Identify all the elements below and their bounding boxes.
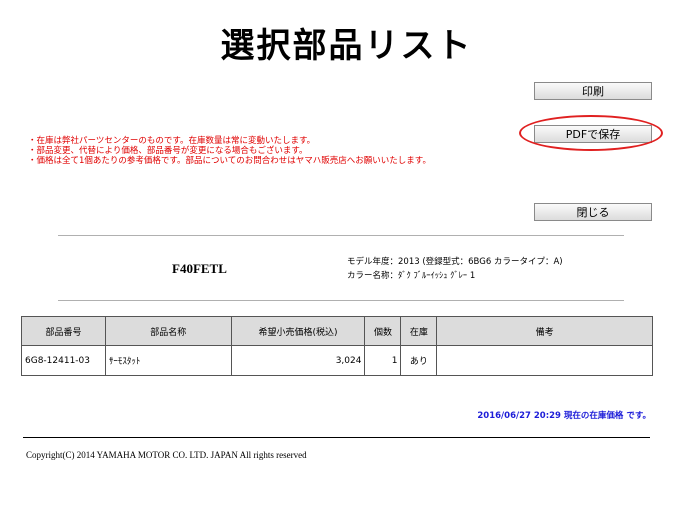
cell-remarks bbox=[436, 345, 653, 376]
parts-table: 部品番号 部品名称 希望小売価格(税込) 個数 在庫 備考 6G8-12411-… bbox=[21, 316, 653, 376]
model-year-line: モデル年度：2013 (登録型式：6BG6 カラータイプ：A) bbox=[347, 257, 563, 267]
highlight-ellipse bbox=[519, 115, 663, 151]
cell-part-name: ｻｰﾓｽﾀｯﾄ bbox=[104, 345, 232, 376]
footer-divider bbox=[23, 437, 650, 438]
notice-line: ・在庫は弊社パーツセンターのものです。在庫数量は常に変動いたします。 bbox=[28, 136, 316, 146]
model-color-line: カラー名称：ﾀﾞｸ ﾌﾞﾙｰｲｯｼｭ ｸﾞﾚｰ 1 bbox=[347, 271, 476, 281]
divider bbox=[58, 300, 624, 301]
column-header-quantity: 個数 bbox=[364, 316, 402, 346]
column-header-part-name: 部品名称 bbox=[104, 316, 232, 346]
cell-part-number: 6G8-12411-03 bbox=[21, 345, 106, 376]
table-row: 6G8-12411-03 ｻｰﾓｽﾀｯﾄ 3,024 1 あり bbox=[21, 345, 653, 376]
notice-list: ・在庫は弊社パーツセンターのものです。在庫数量は常に変動いたします。 ・部品変更… bbox=[28, 136, 528, 166]
divider bbox=[58, 235, 624, 236]
cell-price: 3,024 bbox=[230, 345, 366, 376]
cell-quantity: 1 bbox=[364, 345, 402, 376]
stock-timestamp: 2016/06/27 20:29 現在の在庫価格 です。 bbox=[477, 411, 651, 421]
column-header-price: 希望小売価格(税込) bbox=[230, 316, 366, 346]
notice-line: ・価格は全て1個あたりの参考価格です。部品についてのお問合わせはヤマハ販売店へお… bbox=[28, 156, 431, 166]
close-button[interactable]: 閉じる bbox=[534, 203, 652, 221]
column-header-part-number: 部品番号 bbox=[21, 316, 106, 346]
model-info: モデル年度：2013 (登録型式：6BG6 カラータイプ：A) カラー名称：ﾀﾞ… bbox=[347, 255, 563, 283]
column-header-remarks: 備考 bbox=[436, 316, 653, 346]
page-title: 選択部品リスト bbox=[220, 26, 473, 66]
print-button[interactable]: 印刷 bbox=[534, 82, 652, 100]
table-header-row: 部品番号 部品名称 希望小売価格(税込) 個数 在庫 備考 bbox=[21, 316, 653, 346]
cell-stock: あり bbox=[400, 345, 438, 376]
notice-line: ・部品変更、代替により価格、部品番号が変更になる場合もございます。 bbox=[28, 146, 308, 156]
copyright-text: Copyright(C) 2014 YAMAHA MOTOR CO. LTD. … bbox=[26, 450, 307, 460]
model-name: F40FETL bbox=[172, 261, 227, 276]
column-header-stock: 在庫 bbox=[400, 316, 438, 346]
